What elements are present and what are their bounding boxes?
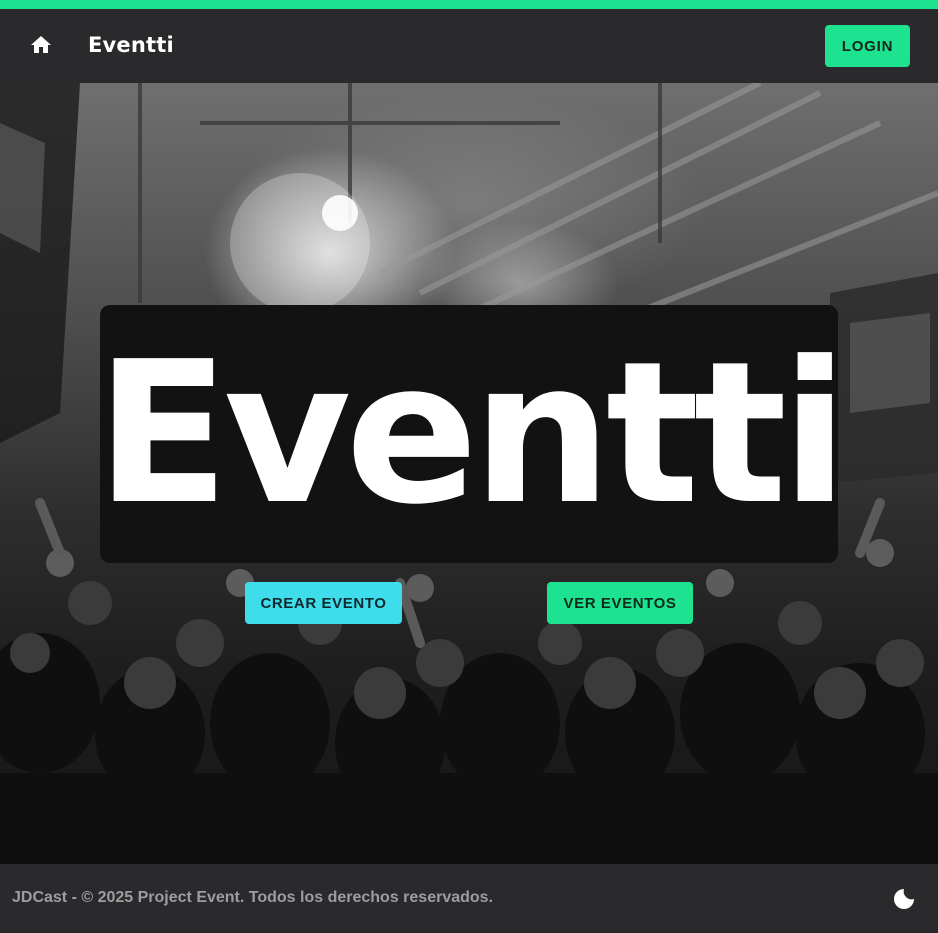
hero-section: Eventti CREAR EVENTO VER EVENTOS	[0, 83, 938, 864]
top-accent-bar	[0, 0, 938, 9]
navbar: Eventti LOGIN	[0, 9, 938, 83]
home-icon[interactable]	[29, 33, 53, 57]
footer: JDCast - © 2025 Project Event. Todos los…	[0, 864, 938, 933]
logo-banner: Eventti	[95, 305, 849, 563]
login-button[interactable]: LOGIN	[825, 25, 910, 67]
footer-copyright: JDCast - © 2025 Project Event. Todos los…	[12, 889, 494, 906]
hero-logo: Eventti	[95, 320, 849, 548]
moon-icon[interactable]	[892, 887, 916, 911]
brand-title[interactable]: Eventti	[88, 33, 174, 57]
view-events-button[interactable]: VER EVENTOS	[547, 582, 693, 624]
create-event-button[interactable]: CREAR EVENTO	[245, 582, 402, 624]
